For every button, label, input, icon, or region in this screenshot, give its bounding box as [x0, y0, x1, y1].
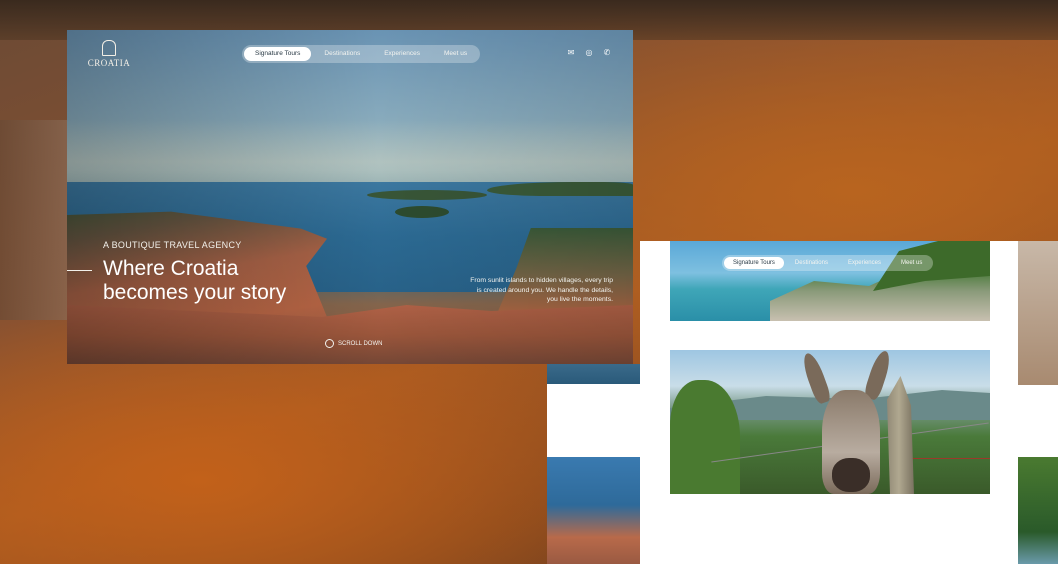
nav-item-experiences[interactable]: Experiences — [373, 47, 431, 61]
strip-image-top — [1018, 241, 1058, 385]
strip-image-top — [547, 364, 641, 384]
hero-overlay — [67, 30, 633, 364]
nav-item-meet-us[interactable]: Meet us — [892, 257, 931, 269]
secondary-website-mockup: Signature Tours Destinations Experiences… — [640, 241, 1018, 564]
secondary-hero-image: Signature Tours Destinations Experiences… — [670, 241, 990, 321]
brand-logo[interactable]: CROATIA — [87, 40, 131, 68]
hero-website-mockup: CROATIA Signature Tours Destinations Exp… — [67, 30, 633, 364]
background-blur-left — [0, 120, 70, 320]
donkey-ear — [799, 350, 833, 406]
hero-kicker: A BOUTIQUE TRAVEL AGENCY — [103, 240, 242, 250]
scroll-label: SCROLL DOWN — [338, 340, 383, 347]
nav-item-destinations[interactable]: Destinations — [786, 257, 837, 269]
donkey-muzzle — [832, 458, 870, 492]
strip-image-waterfall — [1018, 457, 1058, 564]
donkey-photo — [670, 350, 990, 494]
nav-item-experiences[interactable]: Experiences — [839, 257, 890, 269]
nav-item-destinations[interactable]: Destinations — [313, 47, 371, 61]
nav-item-signature-tours[interactable]: Signature Tours — [244, 47, 312, 61]
hero-description: From sunlit islands to hidden villages, … — [470, 277, 613, 303]
brand-name: CROATIA — [87, 58, 131, 68]
building-crest-icon — [102, 40, 116, 56]
secondary-page-strip-left — [547, 364, 641, 564]
scroll-down-button[interactable]: SCROLL DOWN — [325, 339, 382, 348]
headline-line-2: becomes your story — [103, 281, 287, 304]
hero-headline: Where Croatia becomes your story — [103, 257, 363, 305]
nav-item-meet-us[interactable]: Meet us — [433, 47, 478, 61]
mail-icon[interactable]: ✉ — [567, 49, 575, 57]
trees — [670, 380, 740, 494]
secondary-nav: Signature Tours Destinations Experiences… — [722, 255, 934, 271]
hero-dash — [67, 270, 92, 271]
scroll-circle-icon — [325, 339, 334, 348]
phone-icon[interactable]: ✆ — [603, 49, 611, 57]
headline-line-1: Where Croatia — [103, 257, 239, 280]
tertiary-page-strip-right — [1018, 241, 1058, 564]
contact-icons: ✉ ◎ ✆ — [567, 49, 611, 57]
nav-item-signature-tours[interactable]: Signature Tours — [724, 257, 784, 269]
main-nav: Signature Tours Destinations Experiences… — [242, 45, 481, 63]
whatsapp-icon[interactable]: ◎ — [585, 49, 593, 57]
red-fence — [910, 458, 990, 494]
strip-image-dubrovnik — [547, 457, 641, 564]
